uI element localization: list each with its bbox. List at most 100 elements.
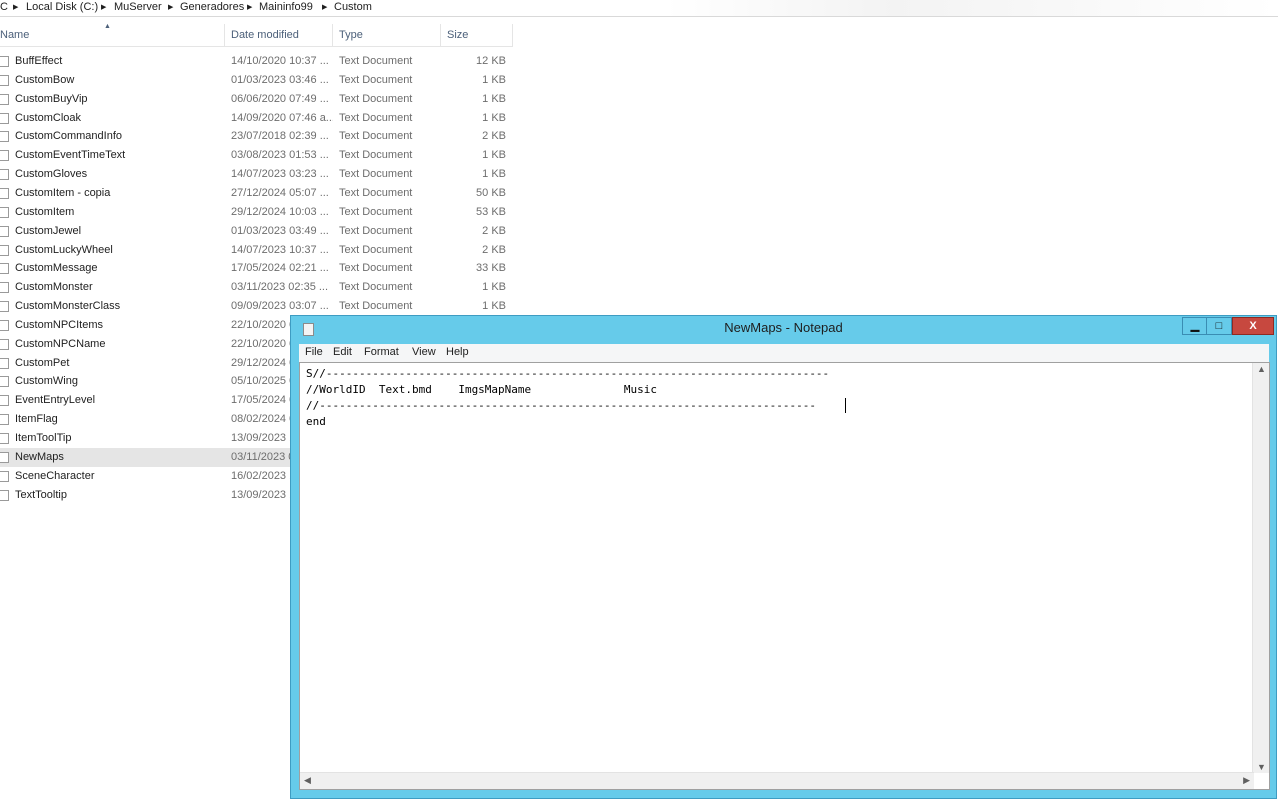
text-file-icon xyxy=(0,74,9,86)
file-size: 33 KB xyxy=(476,262,506,275)
breadcrumb-separator-icon[interactable]: ▶ xyxy=(13,1,18,14)
menu-file[interactable]: File xyxy=(305,346,323,358)
vertical-scrollbar[interactable]: ▲ ▼ xyxy=(1252,363,1269,773)
breadcrumb-muserver[interactable]: MuServer xyxy=(114,1,162,13)
column-header-date-label: Date modified xyxy=(231,29,299,41)
file-row[interactable]: CustomMonsterClass 09/09/2023 03:07 ... Te… xyxy=(0,297,513,316)
file-date-modified: 01/03/2023 03:46 ... xyxy=(231,73,329,86)
file-name: BuffEffect xyxy=(15,55,63,67)
file-name: CustomBow xyxy=(15,73,75,86)
address-bar[interactable]: C ▶ Local Disk (C:) ▶ MuServer ▶ Generad… xyxy=(0,0,1278,17)
column-header-date[interactable]: Date modified xyxy=(225,24,333,46)
menu-format[interactable]: Format xyxy=(364,346,399,358)
text-file-icon xyxy=(0,169,9,181)
file-name: CustomBuyVip xyxy=(15,92,88,105)
horizontal-scrollbar[interactable]: ◀ ▶ xyxy=(300,772,1254,789)
scroll-right-icon[interactable]: ▶ xyxy=(1243,775,1250,786)
file-name: SceneCharacter xyxy=(15,469,95,482)
text-file-icon xyxy=(0,470,9,482)
file-type: Text Document xyxy=(339,243,413,256)
file-type: Text Document xyxy=(339,149,413,162)
file-list-header: Name ▲ Date modified Type Size xyxy=(0,23,513,47)
window-title: NewMaps - Notepad xyxy=(724,320,843,335)
file-row[interactable]: CustomBuyVip 06/06/2020 07:49 ... Text Doc… xyxy=(0,90,513,109)
file-row[interactable]: CustomEventTimeText 03/08/2023 01:53 ... T… xyxy=(0,146,513,165)
file-row[interactable]: CustomMessage 17/05/2024 02:21 ... Text Do… xyxy=(0,259,513,278)
file-type: Text Document xyxy=(339,281,413,294)
file-size: 2 KB xyxy=(482,224,506,237)
file-date-modified: 29/12/2024 10:03 ... xyxy=(231,205,329,218)
file-date-modified: 14/09/2020 07:46 a... xyxy=(231,111,333,124)
file-row[interactable]: CustomLuckyWheel 14/07/2023 10:37 ... Text… xyxy=(0,241,513,260)
column-header-name[interactable]: Name xyxy=(0,24,225,46)
file-name: CustomMessage xyxy=(15,262,98,275)
breadcrumb-drive-letter[interactable]: C xyxy=(0,1,8,13)
file-size: 1 KB xyxy=(482,73,506,86)
file-size: 1 KB xyxy=(482,300,506,313)
menu-help[interactable]: Help xyxy=(446,346,469,358)
file-row[interactable]: CustomCloak 14/09/2020 07:46 a... Text Doc… xyxy=(0,109,513,128)
file-row[interactable]: CustomMonster 03/11/2023 02:35 ... Text Do… xyxy=(0,278,513,297)
file-size: 2 KB xyxy=(482,130,506,143)
breadcrumb-maininfo99[interactable]: Maininfo99 xyxy=(259,1,313,13)
file-name: CustomWing xyxy=(15,375,78,388)
scroll-down-icon[interactable]: ▼ xyxy=(1257,762,1266,772)
text-file-icon xyxy=(0,395,9,407)
text-file-icon xyxy=(0,93,9,105)
file-row[interactable]: CustomJewel 01/03/2023 03:49 ... Text Docu… xyxy=(0,222,513,241)
menu-view[interactable]: View xyxy=(412,346,436,358)
file-row[interactable]: BuffEffect 14/10/2020 10:37 ... Text Docum… xyxy=(0,52,513,71)
text-file-icon xyxy=(0,319,9,331)
breadcrumb-custom[interactable]: Custom xyxy=(334,1,372,13)
file-size: 50 KB xyxy=(476,186,506,199)
file-date-modified: 14/07/2023 03:23 ... xyxy=(231,168,329,181)
scroll-left-icon[interactable]: ◀ xyxy=(304,775,311,786)
notepad-window[interactable]: NewMaps - Notepad ▁ □ X File Edit Format… xyxy=(290,315,1277,799)
text-file-icon xyxy=(0,376,9,388)
text-file-icon xyxy=(0,56,9,67)
file-type: Text Document xyxy=(339,300,413,313)
file-row[interactable]: CustomCommandInfo 23/07/2018 02:39 ... Tex… xyxy=(0,127,513,146)
breadcrumb-generadores[interactable]: Generadores xyxy=(180,1,244,13)
column-header-size[interactable]: Size xyxy=(441,24,513,46)
breadcrumb-separator-icon[interactable]: ▶ xyxy=(247,1,252,14)
file-type: Text Document xyxy=(339,92,413,105)
file-date-modified: 14/10/2020 10:37 ... xyxy=(231,55,329,67)
file-date-modified: 17/05/2024 02:21 ... xyxy=(231,262,329,275)
file-name: TextTooltip xyxy=(15,488,67,501)
maximize-button[interactable]: □ xyxy=(1206,317,1232,335)
breadcrumb-local-disk[interactable]: Local Disk (C:) xyxy=(26,1,98,13)
file-row[interactable]: CustomGloves 14/07/2023 03:23 ... Text Doc… xyxy=(0,165,513,184)
file-row[interactable]: CustomItem - copia 27/12/2024 05:07 ... Te… xyxy=(0,184,513,203)
text-file-icon xyxy=(0,301,9,313)
file-type: Text Document xyxy=(339,205,413,218)
menu-edit[interactable]: Edit xyxy=(333,346,352,358)
text-file-icon xyxy=(0,244,9,256)
close-button[interactable]: X xyxy=(1232,317,1274,335)
file-row[interactable]: CustomBow 01/03/2023 03:46 ... Text Docume… xyxy=(0,71,513,90)
file-name: CustomJewel xyxy=(15,224,82,237)
file-name: CustomLuckyWheel xyxy=(15,243,113,256)
file-size: 1 KB xyxy=(482,281,506,294)
breadcrumb-separator-icon[interactable]: ▶ xyxy=(168,1,173,14)
breadcrumb-separator-icon[interactable]: ▶ xyxy=(101,1,106,14)
file-date-modified: 06/06/2020 07:49 ... xyxy=(231,92,329,105)
file-size: 53 KB xyxy=(476,205,506,218)
file-name: CustomMonsterClass xyxy=(15,300,121,313)
editor-content[interactable]: S//-------------------------------------… xyxy=(306,366,829,430)
minimize-button[interactable]: ▁ xyxy=(1182,317,1208,335)
column-header-type-label: Type xyxy=(339,29,363,41)
column-header-type[interactable]: Type xyxy=(333,24,441,46)
file-name: CustomItem - copia xyxy=(15,186,111,199)
file-size: 1 KB xyxy=(482,168,506,181)
text-file-icon xyxy=(0,225,9,237)
text-file-icon xyxy=(0,282,9,294)
scroll-up-icon[interactable]: ▲ xyxy=(1257,364,1266,374)
breadcrumb-separator-icon[interactable]: ▶ xyxy=(322,1,327,14)
file-type: Text Document xyxy=(339,73,413,86)
file-type: Text Document xyxy=(339,168,413,181)
text-editor[interactable]: S//-------------------------------------… xyxy=(299,362,1270,790)
text-file-icon xyxy=(0,433,9,444)
file-row[interactable]: CustomItem 29/12/2024 10:03 ... Text Docum… xyxy=(0,203,513,222)
file-name: CustomCloak xyxy=(15,111,82,124)
